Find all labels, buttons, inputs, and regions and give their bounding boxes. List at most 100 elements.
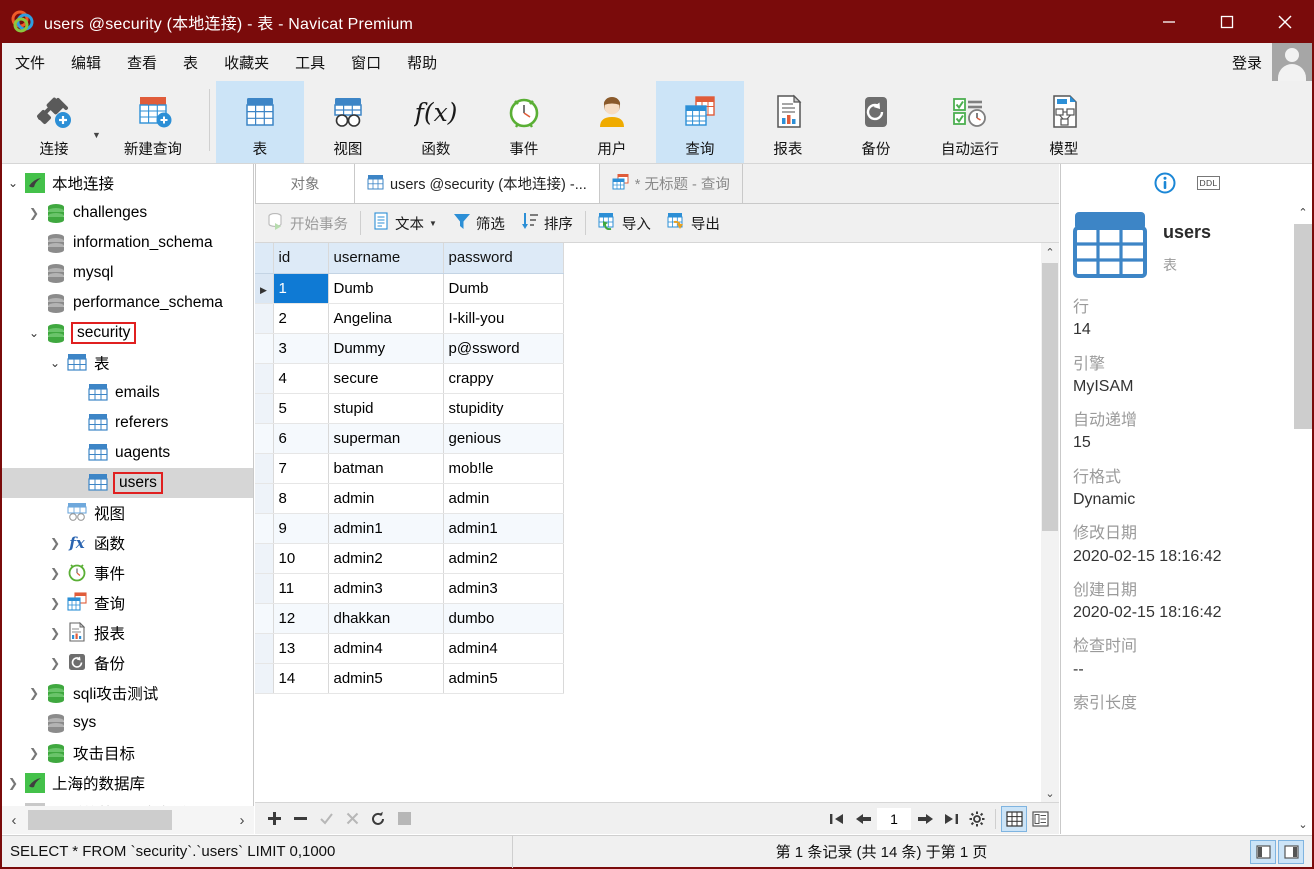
chevron-down-icon[interactable]: ⌄ [23, 326, 45, 340]
tree-node-视图[interactable]: 视图 [2, 498, 253, 528]
avatar[interactable] [1272, 43, 1312, 81]
cell-id[interactable]: 1 [273, 273, 329, 304]
ribbon-event-button[interactable]: 事件 [480, 81, 568, 163]
chevron-down-icon[interactable]: ⌄ [2, 176, 24, 190]
cell-username[interactable]: admin3 [328, 573, 444, 604]
tree-node-information_schema[interactable]: information_schema [2, 228, 253, 258]
cell-password[interactable]: Dumb [443, 273, 564, 304]
tree-node-security[interactable]: ⌄ security [2, 318, 253, 348]
row-indicator[interactable] [255, 543, 274, 574]
chevron-down-icon[interactable]: ⌄ [44, 356, 66, 370]
tree-node-mysql[interactable]: mysql [2, 258, 253, 288]
ribbon-backup-button[interactable]: 备份 [832, 81, 920, 163]
row-indicator[interactable] [255, 333, 274, 364]
tree-node-challenges[interactable]: ❯ challenges [2, 198, 253, 228]
row-indicator[interactable] [255, 573, 274, 604]
refresh-icon[interactable] [365, 806, 391, 832]
scroll-up-icon[interactable]: ⌃ [1041, 243, 1059, 261]
table-row[interactable]: 11 admin3 admin3 [255, 573, 564, 604]
table-row[interactable]: 7 batman mob!le [255, 453, 564, 484]
export-button[interactable]: 导出 [659, 208, 728, 238]
ribbon-connection-button[interactable]: 连接 [10, 81, 98, 163]
sidebar-tree-panel[interactable]: ⌄ 本地连接 ❯ challenges information_schema mysql p… [2, 164, 254, 834]
chevron-right-icon[interactable]: › [230, 812, 254, 829]
minimize-icon[interactable] [1140, 0, 1198, 43]
row-indicator[interactable] [255, 483, 274, 514]
menu-help[interactable]: 帮助 [394, 48, 450, 77]
menu-table[interactable]: 表 [170, 48, 211, 77]
table-row[interactable]: 5 stupid stupidity [255, 393, 564, 424]
row-indicator[interactable] [255, 453, 274, 484]
sidebar-horizontal-scrollbar[interactable]: ‹ › [2, 806, 254, 834]
chevron-right-icon[interactable]: ❯ [44, 566, 66, 580]
grid-vertical-scrollbar[interactable]: ⌃ ⌄ [1041, 243, 1059, 802]
menu-window[interactable]: 窗口 [338, 48, 394, 77]
column-header-id[interactable]: id [273, 243, 329, 274]
menu-favorites[interactable]: 收藏夹 [211, 48, 282, 77]
prev-page-icon[interactable] [850, 806, 876, 832]
tree-node-表[interactable]: ⌄ 表 [2, 348, 253, 378]
last-page-icon[interactable] [938, 806, 964, 832]
cell-password[interactable]: stupidity [443, 393, 564, 424]
cell-password[interactable]: admin2 [443, 543, 564, 574]
table-row[interactable]: ▶ 1 Dumb Dumb [255, 273, 564, 304]
scrollbar-thumb[interactable] [28, 810, 172, 830]
table-row[interactable]: 8 admin admin [255, 483, 564, 514]
form-view-icon[interactable] [1027, 806, 1053, 832]
cell-password[interactable]: admin1 [443, 513, 564, 544]
cell-id[interactable]: 6 [273, 423, 329, 454]
cell-password[interactable]: p@ssword [443, 333, 564, 364]
scroll-down-icon[interactable]: ⌄ [1294, 814, 1312, 834]
ribbon-view-button[interactable]: 视图 [304, 81, 392, 163]
ribbon-model-button[interactable]: 模型 [1020, 81, 1108, 163]
ddl-tab[interactable]: DDL [1196, 170, 1222, 196]
tree-node-备份[interactable]: ❯ 备份 [2, 648, 253, 678]
cell-username[interactable]: secure [328, 363, 444, 394]
chevron-right-icon[interactable]: ❯ [23, 686, 45, 700]
cell-id[interactable]: 11 [273, 573, 329, 604]
cell-password[interactable]: crappy [443, 363, 564, 394]
cell-username[interactable]: superman [328, 423, 444, 454]
settings-gear-icon[interactable] [964, 806, 990, 832]
cell-id[interactable]: 12 [273, 603, 329, 634]
ribbon-query-button[interactable]: 查询 [655, 81, 744, 163]
table-row[interactable]: 10 admin2 admin2 [255, 543, 564, 574]
cell-username[interactable]: dhakkan [328, 603, 444, 634]
row-indicator[interactable]: ▶ [255, 273, 274, 304]
menu-edit[interactable]: 编辑 [58, 48, 114, 77]
table-row[interactable]: 12 dhakkan dumbo [255, 603, 564, 634]
tree-node-uagents[interactable]: uagents [2, 438, 253, 468]
import-button[interactable]: 导入 [590, 208, 659, 238]
ribbon-table-button[interactable]: 表 [215, 81, 304, 163]
cell-username[interactable]: Angelina [328, 303, 444, 334]
sort-button[interactable]: 排序 [513, 208, 581, 238]
begin-transaction-button[interactable]: 开始事务 [259, 208, 356, 238]
cell-username[interactable]: Dumb [328, 273, 444, 304]
table-row[interactable]: 6 superman genious [255, 423, 564, 454]
column-header-password[interactable]: password [443, 243, 564, 274]
tree-node-performance_schema[interactable]: performance_schema [2, 288, 253, 318]
cell-username[interactable]: admin5 [328, 663, 444, 694]
cell-username[interactable]: admin [328, 483, 444, 514]
menu-view[interactable]: 查看 [114, 48, 170, 77]
scroll-down-icon[interactable]: ⌄ [1041, 784, 1059, 802]
tree-node-users[interactable]: users [2, 468, 253, 498]
cell-id[interactable]: 13 [273, 633, 329, 664]
info-vertical-scrollbar[interactable]: ⌃ ⌄ [1294, 202, 1312, 834]
chevron-right-icon[interactable]: ❯ [44, 536, 66, 550]
cell-password[interactable]: admin [443, 483, 564, 514]
close-icon[interactable] [1256, 0, 1314, 43]
info-circle-icon[interactable] [1152, 170, 1178, 196]
chevron-right-icon[interactable]: ❯ [23, 206, 45, 220]
cell-password[interactable]: admin4 [443, 633, 564, 664]
ribbon-report-button[interactable]: 报表 [744, 81, 832, 163]
cell-id[interactable]: 2 [273, 303, 329, 334]
row-indicator[interactable] [255, 603, 274, 634]
tree-node-sqli攻击测试[interactable]: ❯ sqli攻击测试 [2, 678, 253, 708]
remove-record-icon[interactable] [287, 806, 313, 832]
tab-users-table[interactable]: users @security (本地连接) -... [355, 164, 600, 203]
cell-id[interactable]: 5 [273, 393, 329, 424]
tab-untitled-query[interactable]: * 无标题 - 查询 [599, 164, 743, 203]
cell-id[interactable]: 4 [273, 363, 329, 394]
table-row[interactable]: 14 admin5 admin5 [255, 663, 564, 694]
